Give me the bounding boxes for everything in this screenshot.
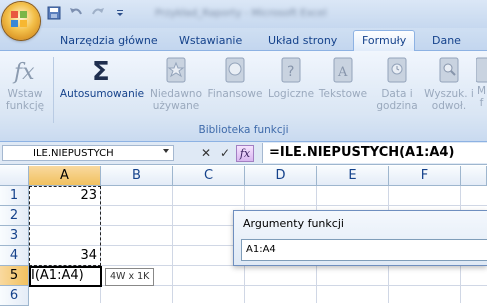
book-more-icon <box>476 57 487 83</box>
svg-text:?: ? <box>287 64 294 80</box>
tab-page-layout[interactable]: Układ strony <box>260 31 345 50</box>
ribbon-tab-bar: Narzędzia główne Wstawianie Układ strony… <box>0 28 487 51</box>
tab-data[interactable]: Dane <box>424 31 469 50</box>
row-header-2[interactable]: 2 <box>0 206 29 226</box>
row-header-1[interactable]: 1 <box>0 186 29 206</box>
dialog-title: Argumenty funkcji <box>243 217 344 230</box>
svg-text:fx: fx <box>12 60 35 85</box>
row-header-3[interactable]: 3 <box>0 226 29 246</box>
window-title: Przykład_Raporty - Microsoft Excel <box>155 8 327 19</box>
svg-text:Σ: Σ <box>92 57 110 85</box>
lookup-reference-button[interactable]: Wyszuk. i odwoł. <box>424 55 474 119</box>
book-clock-icon <box>387 57 407 83</box>
column-header-b[interactable]: B <box>101 166 173 186</box>
row-header-5[interactable]: 5 <box>0 266 29 286</box>
column-header-c[interactable]: C <box>173 166 245 186</box>
logical-button[interactable]: ? Logiczne <box>264 55 318 119</box>
autosum-button[interactable]: Σ Autosumowanie <box>58 55 146 119</box>
undo-icon[interactable] <box>68 5 84 21</box>
customize-toolbar-icon[interactable] <box>112 5 128 21</box>
cell-a5[interactable]: I(A1:A4) <box>31 266 84 286</box>
office-logo-icon <box>11 11 27 27</box>
row-header-6[interactable]: 6 <box>0 286 29 306</box>
selection-size-tooltip: 4W x 1K <box>105 268 155 286</box>
column-header-f[interactable]: F <box>389 166 461 186</box>
column-header-e[interactable]: E <box>317 166 389 186</box>
column-header-d[interactable]: D <box>245 166 317 186</box>
redo-icon[interactable] <box>90 5 106 21</box>
tab-insert[interactable]: Wstawianie <box>171 31 250 50</box>
svg-text:A: A <box>337 65 348 80</box>
column-header-g[interactable] <box>461 166 487 186</box>
book-text-icon: A <box>333 57 353 83</box>
check-icon[interactable]: ✓ <box>217 145 233 161</box>
name-box[interactable]: ILE.NIEPUSTYCH <box>2 145 174 161</box>
argument-input[interactable]: A1:A4 <box>241 239 487 261</box>
chevron-down-icon[interactable] <box>163 149 169 153</box>
column-header-a[interactable]: A <box>29 166 101 186</box>
tab-home[interactable]: Narzędzia główne <box>52 31 166 50</box>
cancel-icon[interactable]: ✕ <box>198 145 214 161</box>
fx-icon[interactable]: fx <box>236 145 254 162</box>
sigma-icon: Σ <box>92 57 110 85</box>
book-magnifier-icon <box>439 57 459 83</box>
formula-input[interactable]: =ILE.NIEPUSTYCH(A1:A4) <box>262 143 487 163</box>
insert-function-icon: fx <box>12 60 35 85</box>
financial-button[interactable]: Finansowe <box>206 55 264 119</box>
text-button[interactable]: A Tekstowe <box>318 55 368 119</box>
function-library-group-label: Biblioteka funkcji <box>198 124 289 136</box>
book-question-icon: ? <box>281 57 301 83</box>
row-header-4[interactable]: 4 <box>0 246 29 266</box>
gridline <box>172 186 173 303</box>
date-time-button[interactable]: Data i godzina <box>372 55 422 119</box>
selection-marquee <box>29 186 101 266</box>
ribbon-separator <box>53 57 54 123</box>
tab-formulas[interactable]: Formuły <box>353 30 416 51</box>
book-star-icon <box>166 57 186 83</box>
more-functions-button[interactable]: M f <box>476 55 487 119</box>
book-financial-icon <box>225 57 245 83</box>
recently-used-button[interactable]: Niedawno używane <box>148 55 204 119</box>
select-all-corner[interactable] <box>0 166 29 186</box>
insert-function-button[interactable]: fx Wstaw funkcję <box>2 55 48 119</box>
quick-access-toolbar <box>46 4 128 22</box>
save-icon[interactable] <box>46 5 62 21</box>
